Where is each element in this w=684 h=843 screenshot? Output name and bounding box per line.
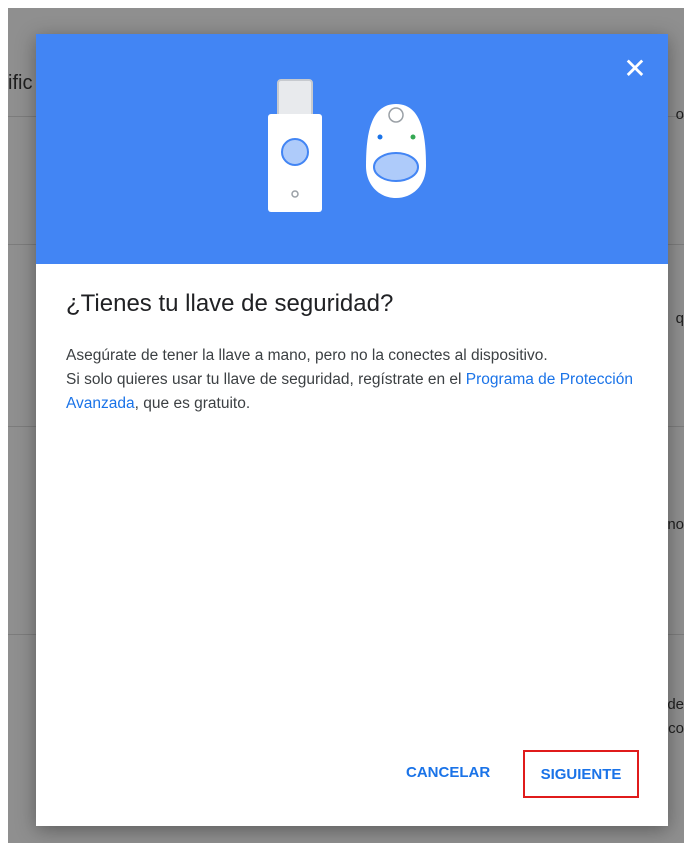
- background-text-fragment: no: [667, 516, 684, 533]
- security-keys-illustration: [268, 79, 426, 212]
- background-text-fragment: de: [667, 696, 684, 713]
- dialog-paragraph: Asegúrate de tener la llave a mano, pero…: [66, 347, 548, 364]
- security-key-dialog: ✕ ¿Tienes tu llave de seguridad? Asegúra…: [36, 34, 668, 826]
- paragraph-text: Si solo quieres usar tu llave de segurid…: [66, 371, 466, 388]
- bluetooth-key-icon: [366, 104, 426, 198]
- close-icon[interactable]: ✕: [620, 54, 650, 84]
- background-text-fragment: o: [675, 106, 684, 123]
- dialog-body: Asegúrate de tener la llave a mano, pero…: [66, 344, 646, 416]
- background-text-fragment: q: [675, 310, 684, 327]
- usb-key-icon: [268, 79, 322, 212]
- background-title-fragment: ific: [8, 72, 33, 94]
- dialog-title: ¿Tienes tu llave de seguridad?: [66, 290, 394, 317]
- cancel-button[interactable]: CANCELAR: [406, 764, 490, 781]
- background-text-fragment: co: [668, 720, 684, 737]
- dialog-paragraph: Si solo quieres usar tu llave de segurid…: [66, 368, 646, 416]
- next-button[interactable]: SIGUIENTE: [523, 750, 639, 798]
- paragraph-text: , que es gratuito.: [134, 395, 251, 412]
- dialog-hero-banner: ✕: [36, 34, 668, 264]
